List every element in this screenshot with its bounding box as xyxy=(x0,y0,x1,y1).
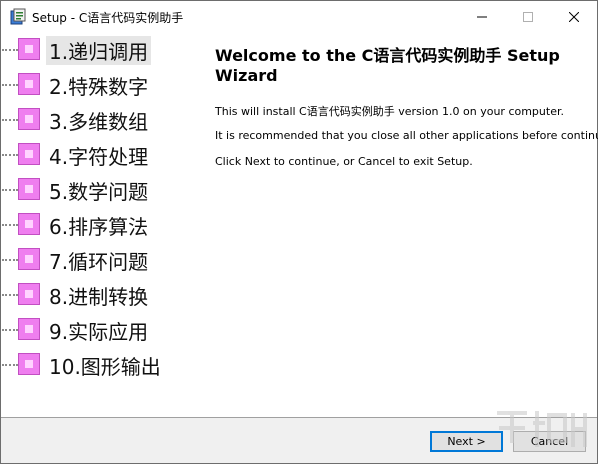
maximize-icon xyxy=(523,11,533,22)
close-button[interactable] xyxy=(551,1,597,32)
install-info-text: This will install C语言代码实例助手 version 1.0 … xyxy=(215,105,564,118)
tree-item: 7.循环问题 xyxy=(1,245,161,274)
tree-node-icon xyxy=(18,108,40,130)
tree-item: 5.数学问题 xyxy=(1,175,161,204)
wizard-side-image: 1.递归调用 2.特殊数字 3.多维数组 4.字符处理 5.数学问题 6.排序算… xyxy=(1,32,165,417)
minimize-button[interactable] xyxy=(459,1,505,32)
tree-connector xyxy=(2,119,18,121)
instruction-text: Click Next to continue, or Cancel to exi… xyxy=(215,155,473,168)
welcome-content: Welcome to the C语言代码实例助手 Setup Wizard Th… xyxy=(165,32,598,417)
tree-item: 10.图形输出 xyxy=(1,350,161,379)
tree-item: 9.实际应用 xyxy=(1,315,161,344)
tree-node-icon xyxy=(18,213,40,235)
tree-item: 6.排序算法 xyxy=(1,210,161,239)
tree-connector xyxy=(2,84,18,86)
page-title: Welcome to the C语言代码实例助手 Setup Wizard xyxy=(215,46,560,85)
tree-item: 1.递归调用 xyxy=(1,35,161,65)
tree-item-label: 10.图形输出 xyxy=(49,355,161,379)
tree-item: 8.进制转换 xyxy=(1,280,161,309)
tree-connector xyxy=(2,49,18,51)
setup-window: Setup - C语言代码实例助手 1.递归调用 2.特殊数字 3.多维数组 4… xyxy=(0,0,598,464)
tree-item-label: 5.数学问题 xyxy=(49,180,149,204)
tree-connector xyxy=(2,259,18,261)
tree-node-icon xyxy=(18,248,40,270)
title-bar[interactable]: Setup - C语言代码实例助手 xyxy=(1,1,597,32)
tree-item: 2.特殊数字 xyxy=(1,70,161,99)
tree-node-icon xyxy=(18,353,40,375)
tree-item-label: 3.多维数组 xyxy=(49,110,149,134)
tree-node-icon xyxy=(18,143,40,165)
recommendation-text: It is recommended that you close all oth… xyxy=(215,129,598,142)
tree-connector xyxy=(2,224,18,226)
tree-connector xyxy=(2,329,18,331)
tree-connector xyxy=(2,189,18,191)
tree-item-label: 7.循环问题 xyxy=(49,250,149,274)
minimize-icon xyxy=(477,16,487,17)
site-watermark-logo xyxy=(497,411,587,447)
tree-item-label: 1.递归调用 xyxy=(46,36,152,65)
tree-connector xyxy=(2,364,18,366)
tree-connector xyxy=(2,294,18,296)
tree-node-icon xyxy=(18,318,40,340)
window-title: Setup - C语言代码实例助手 xyxy=(32,11,184,25)
maximize-button[interactable] xyxy=(505,1,551,32)
tree-item-label: 8.进制转换 xyxy=(49,285,149,309)
tree-item-label: 9.实际应用 xyxy=(49,320,149,344)
tree-node-icon xyxy=(18,73,40,95)
tree-item: 4.字符处理 xyxy=(1,140,161,169)
tree-node-icon xyxy=(18,178,40,200)
tree-item-label: 2.特殊数字 xyxy=(49,75,149,99)
tree-item-label: 6.排序算法 xyxy=(49,215,149,239)
tree-node-icon xyxy=(18,38,40,60)
close-icon xyxy=(569,11,579,22)
tree-node-icon xyxy=(18,283,40,305)
tree-connector xyxy=(2,154,18,156)
tree-item-label: 4.字符处理 xyxy=(49,145,149,169)
setup-app-icon xyxy=(10,8,26,25)
tree-item: 3.多维数组 xyxy=(1,105,161,134)
